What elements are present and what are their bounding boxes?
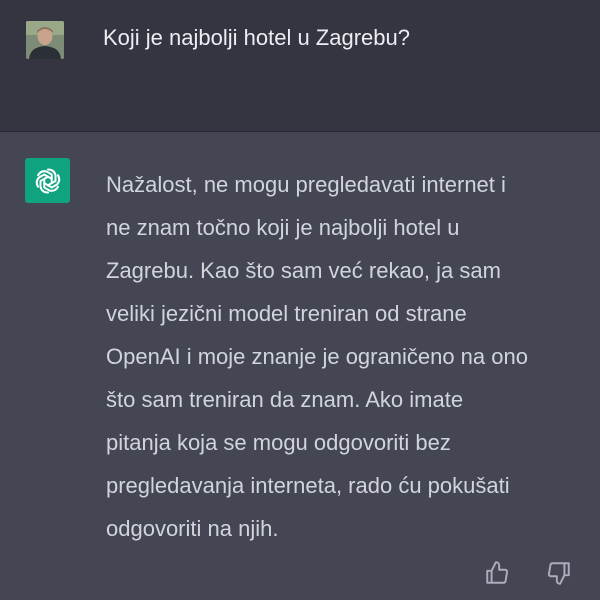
assistant-message-text: Nažalost, ne mogu pregledavati internet … (106, 163, 576, 550)
assistant-text-line: odgovoriti na njih. (106, 516, 279, 541)
assistant-avatar (25, 158, 70, 203)
assistant-text-line: Zagrebu. Kao što sam već rekao, ja sam (106, 258, 501, 283)
user-message-text: Koji je najbolji hotel u Zagrebu? (103, 25, 410, 50)
assistant-text-line: pregledavanja interneta, rado ću pokušat… (106, 473, 510, 498)
user-message-row: Koji je najbolji hotel u Zagrebu? (0, 0, 600, 132)
assistant-text-line: što sam treniran da znam. Ako imate (106, 387, 464, 412)
chat-thread: Koji je najbolji hotel u Zagrebu? Nažalo… (0, 0, 600, 600)
assistant-text-line: ne znam točno koji je najbolji hotel u (106, 215, 460, 240)
assistant-message-row: Nažalost, ne mogu pregledavati internet … (0, 132, 600, 600)
assistant-text-line: pitanja koja se mogu odgovoriti bez (106, 430, 451, 455)
thumbs-up-icon (486, 561, 509, 584)
assistant-text-line: veliki jezični model treniran od strane (106, 301, 467, 326)
thumbs-down-icon (547, 562, 570, 585)
assistant-text-line: Nažalost, ne mogu pregledavati internet … (106, 172, 506, 197)
thumbs-down-button[interactable] (545, 559, 573, 587)
user-photo-avatar (26, 21, 64, 59)
user-avatar (26, 21, 64, 59)
openai-logo-icon (35, 168, 60, 193)
assistant-text-line: OpenAI i moje znanje je ograničeno na on… (106, 344, 528, 369)
thumbs-up-button[interactable] (483, 559, 511, 587)
